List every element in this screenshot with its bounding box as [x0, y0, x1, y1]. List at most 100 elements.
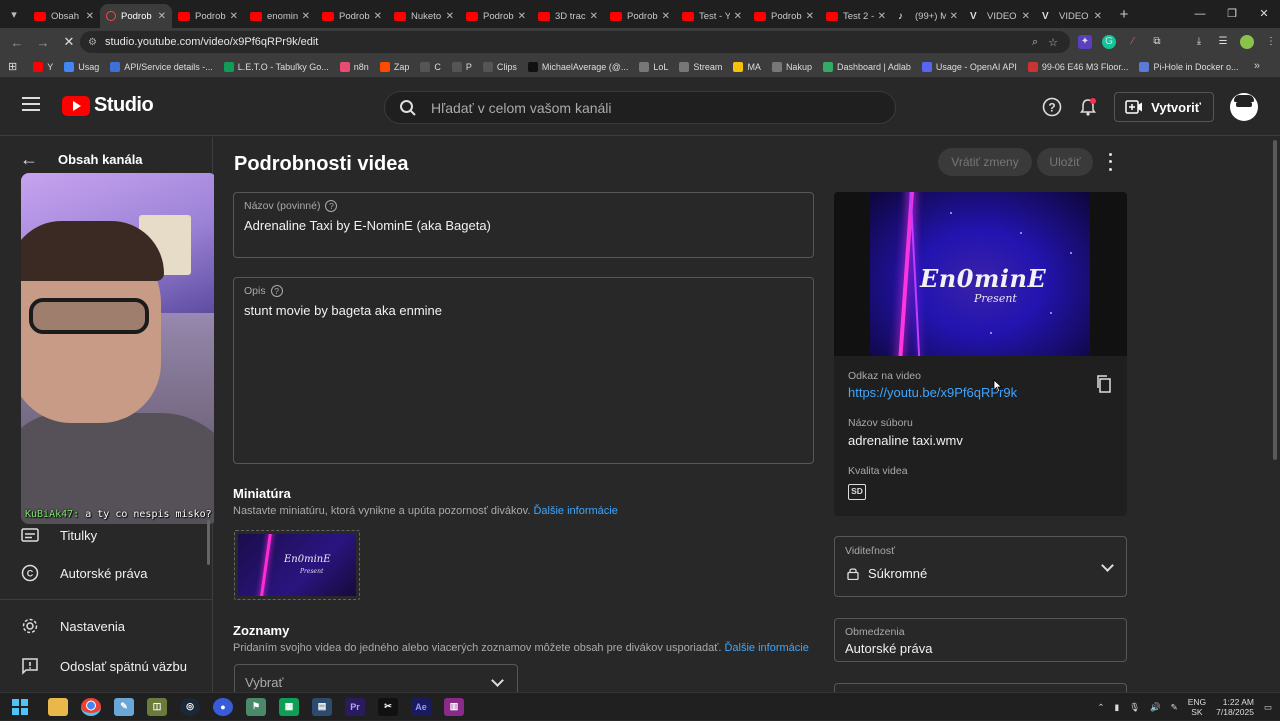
restore-button[interactable]: ❐	[1216, 0, 1248, 28]
tab-close-icon[interactable]: ✕	[446, 11, 454, 22]
bookmark-item[interactable]: n8n	[339, 61, 369, 72]
title-input[interactable]: Adrenaline Taxi by E-NominE (aka Bageta)	[244, 218, 491, 233]
tab-close-icon[interactable]: ✕	[806, 11, 814, 22]
forward-nav-icon[interactable]: →	[30, 35, 56, 50]
browser-tab[interactable]: Podrob ✕	[460, 4, 532, 28]
bookmark-star-icon[interactable]: ☆	[1048, 36, 1058, 49]
description-input[interactable]: stunt movie by bageta aka enmine	[244, 303, 442, 318]
video-link[interactable]: https://youtu.be/x9Pf6qRPr9k	[848, 385, 1017, 400]
tab-close-icon[interactable]: ✕	[1022, 11, 1030, 22]
studio-logo[interactable]: Studio	[62, 94, 154, 117]
bookmark-item[interactable]: MichaelAverage (@...	[527, 61, 628, 72]
capcut-icon[interactable]: ✂	[378, 697, 398, 716]
bookmark-item[interactable]: Nakup	[771, 61, 812, 72]
extension-icon[interactable]: ⁄	[1126, 35, 1140, 49]
pen-icon[interactable]: ✎	[1171, 702, 1178, 713]
tab-close-icon[interactable]: ✕	[590, 11, 598, 22]
tab-close-icon[interactable]: ✕	[158, 11, 166, 22]
windows-start-icon[interactable]	[12, 698, 28, 715]
file-explorer-icon[interactable]	[48, 697, 68, 716]
sheets-icon[interactable]: ▦	[279, 697, 299, 716]
title-field[interactable]: Názov (povinné)? Adrenaline Taxi by E-No…	[233, 192, 814, 258]
video-preview-player[interactable]: En0minE Present	[834, 192, 1127, 356]
browser-tab[interactable]: V VIDEO ✕	[1036, 4, 1108, 28]
profile-icon[interactable]	[1240, 35, 1254, 49]
winrar-icon[interactable]: ▥	[444, 697, 464, 716]
premiere-pro-icon[interactable]: Pr	[345, 697, 365, 716]
thumbnail-learn-more-link[interactable]: Ďalšie informácie	[533, 505, 617, 517]
playlist-select[interactable]: Vybrať	[234, 664, 518, 692]
clock[interactable]: 1:22 AM 7/18/2025	[1216, 697, 1254, 717]
playlists-learn-more-link[interactable]: Ďalšie informácie	[724, 642, 808, 654]
reading-list-icon[interactable]: ☰	[1216, 35, 1230, 49]
notifications-bell-icon[interactable]	[1072, 91, 1104, 123]
bookmark-item[interactable]: Zap	[379, 61, 409, 72]
tab-search-button[interactable]: ▾	[0, 0, 28, 28]
sidebar-item-copyright[interactable]: C Autorské práva	[20, 563, 147, 583]
browser-tab[interactable]: 3D trac ✕	[532, 4, 604, 28]
thumbnail-option[interactable]: En0minE Present	[234, 530, 360, 600]
tab-close-icon[interactable]: ✕	[950, 11, 958, 22]
microphone-icon[interactable]: 🎙	[1129, 702, 1140, 713]
new-tab-button[interactable]: +	[1112, 6, 1136, 23]
menu-icon[interactable]	[22, 97, 40, 111]
search-input[interactable]	[431, 99, 851, 116]
tray-overflow-icon[interactable]: ⌃	[1097, 702, 1104, 713]
bookmark-item[interactable]: L.E.T.O - Tabuľky Go...	[223, 61, 329, 72]
url-omnibox[interactable]: ⚙ studio.youtube.com/video/x9Pf6qRPr9k/e…	[80, 31, 1070, 53]
save-button[interactable]: Uložiť	[1037, 148, 1093, 176]
notification-center-icon[interactable]: ▭	[1264, 702, 1272, 713]
tab-close-icon[interactable]: ✕	[878, 11, 886, 22]
bookmark-item[interactable]: 99-06 E46 M3 Floor...	[1027, 61, 1128, 72]
browser-tab[interactable]: ♪ (99+) M ✕	[892, 4, 964, 28]
restrictions-box[interactable]: Obmedzenia Autorské práva	[834, 618, 1127, 662]
sidebar-item-subtitles[interactable]: Titulky	[20, 525, 97, 545]
tab-close-icon[interactable]: ✕	[230, 11, 238, 22]
bookmark-item[interactable]: Usage - OpenAI API	[921, 61, 1017, 72]
visibility-select[interactable]: Viditeľnosť Súkromné	[834, 536, 1127, 597]
account-avatar[interactable]	[1230, 93, 1258, 121]
bookmark-item[interactable]: Y	[33, 61, 53, 72]
app-icon[interactable]: ◫	[147, 697, 167, 716]
bookmark-item[interactable]: API/Service details -...	[110, 61, 213, 72]
browser-tab[interactable]: Test 2 - ✕	[820, 4, 892, 28]
browser-tab[interactable]: Podrob ✕	[100, 4, 172, 28]
stop-loading-icon[interactable]: ✕	[56, 34, 82, 50]
minimize-button[interactable]: —	[1184, 0, 1216, 28]
bookmark-item[interactable]: Clips	[482, 61, 517, 72]
more-options-icon[interactable]	[1102, 151, 1118, 173]
app-icon[interactable]: ✎	[114, 697, 134, 716]
after-effects-icon[interactable]: Ae	[411, 697, 431, 716]
browser-tab[interactable]: V VIDEO ✕	[964, 4, 1036, 28]
browser-app-icon[interactable]: ●	[213, 697, 233, 716]
copy-icon[interactable]	[1096, 375, 1112, 393]
tab-close-icon[interactable]: ✕	[1094, 11, 1102, 22]
browser-tab[interactable]: Test - Y ✕	[676, 4, 748, 28]
puzzle-extensions-icon[interactable]: ⧉	[1150, 35, 1164, 49]
page-scrollbar[interactable]	[1273, 140, 1277, 460]
volume-icon[interactable]: 🔊	[1150, 702, 1161, 713]
sidebar-item-feedback[interactable]: Odoslať spätnú väzbu	[20, 656, 187, 676]
language-indicator[interactable]: ENG SK	[1188, 697, 1206, 717]
help-icon[interactable]: ?	[270, 285, 283, 297]
close-window-button[interactable]: ✕	[1248, 0, 1280, 28]
browser-tab[interactable]: Nuketo ✕	[388, 4, 460, 28]
bookmark-item[interactable]: Dashboard | Adlab	[822, 61, 911, 72]
grammarly-icon[interactable]: G	[1102, 35, 1116, 49]
site-info-icon[interactable]: ⚙	[88, 37, 97, 48]
browser-tab[interactable]: Podrob ✕	[748, 4, 820, 28]
tab-close-icon[interactable]: ✕	[86, 11, 94, 22]
network-icon[interactable]: ▮	[1115, 702, 1120, 713]
bookmarks-overflow-icon[interactable]: »	[1254, 60, 1260, 72]
undo-changes-button[interactable]: Vrátiť zmeny	[938, 148, 1032, 176]
description-field[interactable]: Opis? stunt movie by bageta aka enmine	[233, 277, 814, 464]
help-icon[interactable]: ?	[325, 200, 338, 212]
bookmark-item[interactable]: Stream	[679, 61, 722, 72]
browser-tab[interactable]: enomin ✕	[244, 4, 316, 28]
bookmark-item[interactable]: LoL	[639, 61, 668, 72]
browser-tab[interactable]: Podrob ✕	[172, 4, 244, 28]
browser-tab[interactable]: Obsah ✕	[28, 4, 100, 28]
sidebar-item-settings[interactable]: Nastavenia	[20, 616, 125, 636]
bookmark-item[interactable]: C	[420, 61, 441, 72]
tab-close-icon[interactable]: ✕	[518, 11, 526, 22]
